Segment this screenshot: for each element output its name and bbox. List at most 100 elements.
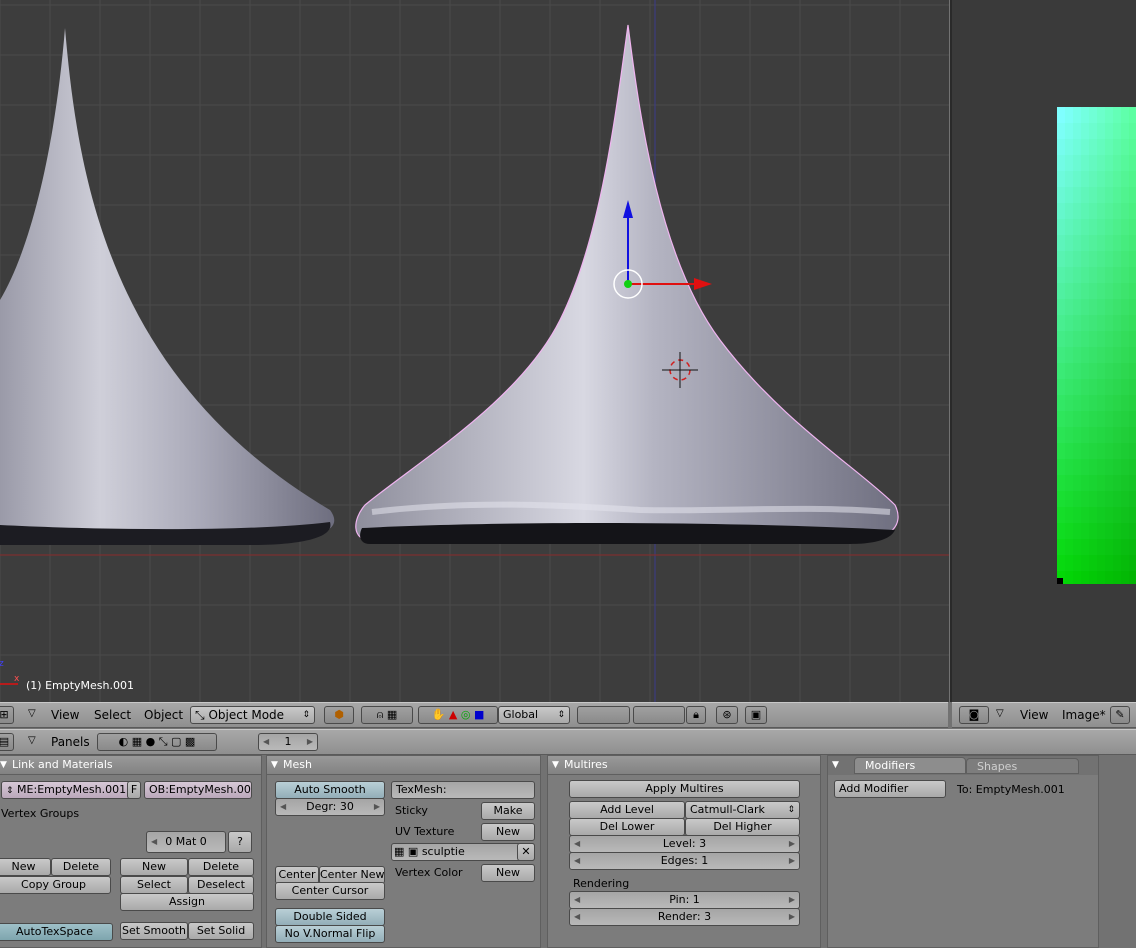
uv-pixel (1105, 155, 1113, 171)
uv-pixel (1113, 219, 1121, 235)
context-buttons[interactable]: ◐ ▦ ● ⤡ ▢ ▩ (97, 733, 217, 751)
uv-pixel (1057, 283, 1065, 299)
pivot-buttons[interactable]: ⍝ ▦ (361, 706, 413, 724)
3d-viewport[interactable]: zx (1) EmptyMesh.001 (0, 0, 949, 702)
vgroup-new-button[interactable]: New (0, 858, 51, 876)
auto-smooth-toggle[interactable]: Auto Smooth (275, 781, 385, 799)
sticky-make-button[interactable]: Make (481, 802, 535, 820)
tab-modifiers[interactable]: Modifiers (854, 757, 966, 774)
add-modifier-button[interactable]: Add Modifier (834, 780, 946, 798)
editor-type-icon[interactable]: ⊞ (0, 706, 14, 724)
editor-type-icon[interactable]: ▤ (0, 733, 14, 751)
panel-title[interactable]: ▼ Multires (548, 756, 820, 775)
object-name-field[interactable]: OB:EmptyMesh.001 (144, 781, 252, 799)
layer-buttons-1[interactable] (577, 706, 630, 724)
uv-pixel (1105, 123, 1113, 139)
camera-icon[interactable]: ▣ (745, 706, 767, 724)
copy-group-button[interactable]: Copy Group (0, 876, 111, 894)
uv-pixel (1129, 443, 1136, 459)
double-sided-toggle[interactable]: Double Sided (275, 908, 385, 926)
render-icon[interactable]: ⊛ (716, 706, 738, 724)
edges-field[interactable]: ◀ Edges: 1 ▶ (569, 852, 800, 870)
collapse-triangle-icon[interactable]: ▼ (832, 756, 839, 774)
uv-pixel (1097, 491, 1105, 507)
uv-pixel (1121, 299, 1129, 315)
material-index-field[interactable]: ◀ 0 Mat 0 (146, 831, 226, 853)
uv-pixel (1057, 475, 1065, 491)
editor-type-icon[interactable]: ◙ (959, 706, 989, 724)
uv-pixel (1129, 107, 1136, 123)
material-deselect-button[interactable]: Deselect (188, 876, 254, 894)
menu-view[interactable]: View (51, 708, 79, 722)
mode-select[interactable]: ⤡ Object Mode ⇕ (190, 706, 315, 724)
uv-pixel (1105, 235, 1113, 251)
panels-label[interactable]: Panels (51, 735, 90, 749)
collapse-menu-icon[interactable]: ▽ (28, 735, 36, 746)
center-cursor-button[interactable]: Center Cursor (275, 882, 385, 900)
uv-pixel (1073, 139, 1081, 155)
vertex-color-new-button[interactable]: New (481, 864, 535, 882)
layer-buttons-2[interactable] (633, 706, 685, 724)
uv-pixel (1057, 251, 1065, 267)
material-assign-button[interactable]: Assign (120, 893, 254, 911)
manipulator-buttons[interactable]: ✋ ▲ ◎ ■ (418, 706, 498, 724)
collapse-triangle-icon: ▼ (0, 760, 7, 770)
set-solid-button[interactable]: Set Solid (188, 922, 254, 940)
tab-shapes[interactable]: Shapes (966, 758, 1079, 774)
texmesh-field[interactable]: TexMesh: (391, 781, 535, 799)
menu-image[interactable]: Image* (1062, 708, 1106, 722)
uv-texture-new-button[interactable]: New (481, 823, 535, 841)
uv-pixel (1129, 235, 1136, 251)
lock-icon[interactable]: 🔒︎ (686, 706, 706, 724)
uv-pixel (1105, 379, 1113, 395)
del-lower-button[interactable]: Del Lower (569, 818, 685, 836)
menu-object[interactable]: Object (144, 708, 183, 722)
material-new-button[interactable]: New (120, 858, 188, 876)
material-delete-button[interactable]: Delete (188, 858, 254, 876)
uv-pixel (1129, 155, 1136, 171)
uv-pixel (1097, 267, 1105, 283)
uv-pixel (1113, 331, 1121, 347)
uv-pixel (1129, 251, 1136, 267)
panel-title[interactable]: ▼ Mesh (267, 756, 540, 775)
render-level-field[interactable]: ◀ Render: 3 ▶ (569, 908, 800, 926)
menu-view[interactable]: View (1020, 708, 1048, 722)
no-vnormal-flip-toggle[interactable]: No V.Normal Flip (275, 925, 385, 943)
level-field[interactable]: ◀ Level: 3 ▶ (569, 835, 800, 853)
material-select-button[interactable]: Select (120, 876, 188, 894)
del-higher-button[interactable]: Del Higher (685, 818, 800, 836)
uv-pixel (1057, 299, 1065, 315)
uv-pixel (1089, 155, 1097, 171)
apply-multires-button[interactable]: Apply Multires (569, 780, 800, 798)
pin-field[interactable]: ◀ Pin: 1 ▶ (569, 891, 800, 909)
viewport-canvas[interactable]: zx (0, 0, 949, 702)
add-level-button[interactable]: Add Level (569, 801, 685, 819)
uv-pixel (1065, 299, 1073, 315)
collapse-menu-icon[interactable]: ▽ (28, 708, 36, 719)
uv-pixel (1065, 571, 1073, 584)
remove-uv-icon[interactable]: ✕ (517, 843, 535, 861)
help-button[interactable]: ? (228, 831, 252, 853)
uv-pixel (1081, 347, 1089, 363)
menu-select[interactable]: Select (94, 708, 131, 722)
draw-type-button[interactable]: ⬢ (324, 706, 354, 724)
smooth-degree-field[interactable]: ◀ Degr: 30 ▶ (275, 798, 385, 816)
uv-pixel (1097, 139, 1105, 155)
vgroup-delete-button[interactable]: Delete (51, 858, 111, 876)
orientation-select[interactable]: Global ⇕ (498, 706, 570, 724)
subdivision-type-select[interactable]: Catmull-Clark ⇕ (685, 801, 800, 819)
set-smooth-button[interactable]: Set Smooth (120, 922, 188, 940)
collapse-menu-icon[interactable]: ▽ (996, 708, 1004, 719)
uv-pixel (1089, 539, 1097, 555)
uv-layer-field[interactable]: ▦ ▣ sculptie (391, 843, 535, 861)
uv-pixel (1097, 475, 1105, 491)
autotexspace-toggle[interactable]: AutoTexSpace (0, 923, 113, 941)
uv-pixel (1081, 235, 1089, 251)
uv-pixel (1113, 299, 1121, 315)
uv-pixel (1065, 235, 1073, 251)
frame-field[interactable]: ◀ 1 ▶ (258, 733, 318, 751)
pencil-icon[interactable]: ✎ (1110, 706, 1130, 724)
mesh-name-field[interactable]: ⇕ ME:EmptyMesh.001 (1, 781, 139, 799)
panel-title[interactable]: ▼ Link and Materials (0, 756, 261, 775)
fake-user-button[interactable]: F (127, 781, 141, 799)
